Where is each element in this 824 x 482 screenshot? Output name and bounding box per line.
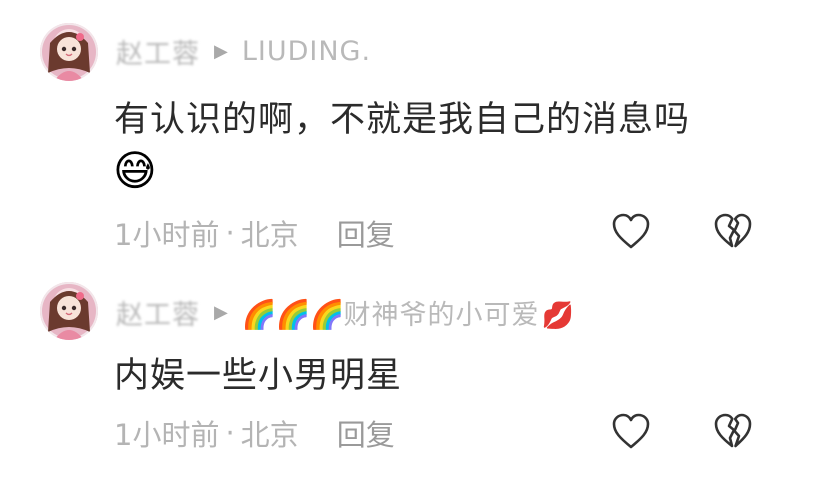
rainbow-emoji: 🌈 xyxy=(241,297,278,331)
comment-text: 有认识的啊，不就是我自己的消息吗 xyxy=(114,100,691,140)
location: 北京 xyxy=(240,418,299,452)
timestamp: 1小时前 xyxy=(114,418,220,452)
rainbow-emoji: 🌈 xyxy=(309,297,346,331)
heart-outline-icon[interactable] xyxy=(610,411,652,451)
username[interactable]: 赵工蓉 xyxy=(116,32,200,71)
reply-arrow-icon: ▶ xyxy=(214,40,228,62)
comment-footer: 1小时前 · 北京 回复 xyxy=(114,212,395,254)
broken-heart-outline-icon[interactable] xyxy=(712,411,754,451)
comment-text: 内娱一些小男明星 xyxy=(114,356,403,396)
reply-to-username[interactable]: LIUDING. xyxy=(242,36,371,67)
separator-dot: · xyxy=(225,216,235,250)
broken-heart-outline-icon[interactable] xyxy=(712,211,754,251)
avatar[interactable] xyxy=(40,23,98,81)
username[interactable]: 赵工蓉 xyxy=(116,293,200,332)
comment-meta: 赵工蓉 ▶ 🌈🌈🌈财神爷的小可爱💋 xyxy=(116,292,575,332)
comment-meta: 赵工蓉 ▶ LIUDING. xyxy=(116,31,371,71)
comment-item: 赵工蓉 ▶ LIUDING. 有认识的啊，不就是我自己的消息吗 😅 1小时前 ·… xyxy=(0,0,824,262)
comment-footer: 1小时前 · 北京 回复 xyxy=(114,412,395,454)
avatar[interactable] xyxy=(40,282,98,340)
rainbow-emoji: 🌈 xyxy=(275,297,312,331)
location: 北京 xyxy=(240,218,299,252)
heart-outline-icon[interactable] xyxy=(610,211,652,251)
reply-button[interactable]: 回复 xyxy=(337,212,395,254)
reply-to-username[interactable]: 🌈🌈🌈财神爷的小可爱💋 xyxy=(242,293,575,332)
reply-arrow-icon: ▶ xyxy=(214,301,228,323)
separator-dot: · xyxy=(225,416,235,450)
kiss-emoji: 💋 xyxy=(541,300,575,331)
reply-button[interactable]: 回复 xyxy=(337,412,395,454)
comment-item: 赵工蓉 ▶ 🌈🌈🌈财神爷的小可爱💋 内娱一些小男明星 1小时前 · 北京 回复 xyxy=(0,262,824,482)
timestamp: 1小时前 xyxy=(114,218,220,252)
reply-to-name: 财神爷的小可爱 xyxy=(343,299,540,331)
sweat-smile-emoji: 😅 xyxy=(113,146,157,195)
